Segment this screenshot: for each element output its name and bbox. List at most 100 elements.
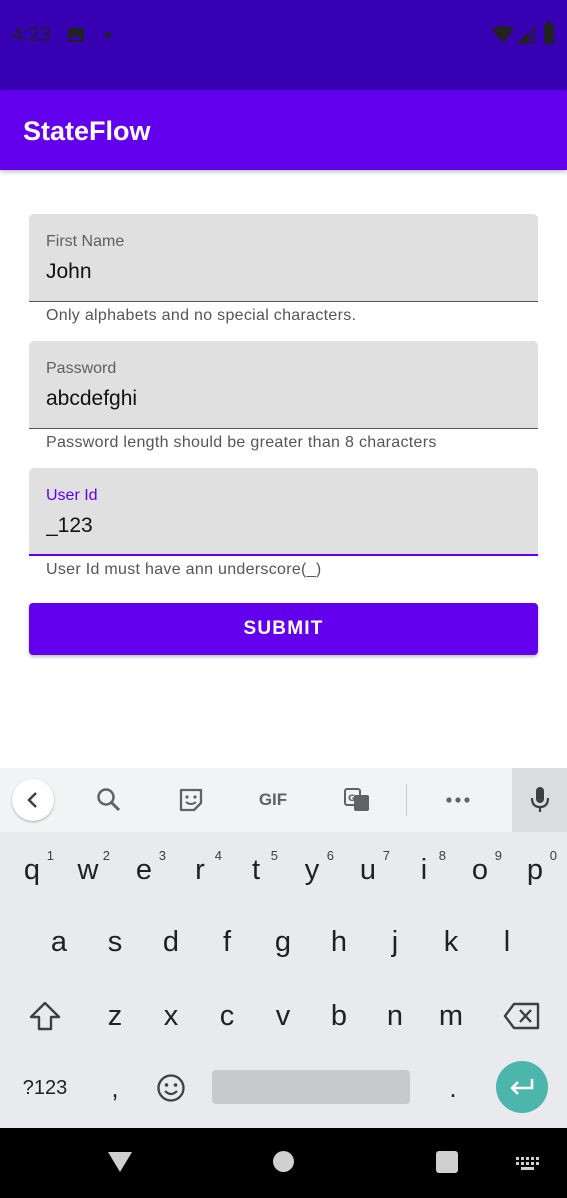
- password-field[interactable]: Password: [29, 341, 538, 429]
- shift-arrow-icon: [29, 1001, 61, 1031]
- key-hint: 6: [326, 848, 334, 863]
- key-label: u: [359, 853, 377, 886]
- emoji-icon: [157, 1074, 185, 1102]
- submit-button[interactable]: SUBMIT: [29, 603, 538, 655]
- key-label: w: [77, 853, 99, 886]
- user-id-helper: User Id must have ann underscore(_): [46, 561, 322, 578]
- key-j[interactable]: j: [367, 912, 423, 972]
- key-x[interactable]: x: [143, 986, 199, 1046]
- keyboard-mic-button[interactable]: [512, 768, 567, 832]
- key-g[interactable]: g: [255, 912, 311, 972]
- key-s[interactable]: s: [87, 912, 143, 972]
- period-key[interactable]: .: [438, 1058, 468, 1118]
- image-icon: [68, 28, 84, 42]
- microphone-icon: [530, 787, 549, 812]
- key-hint: 2: [102, 848, 110, 863]
- keyboard-gif-button[interactable]: GIF: [252, 782, 294, 818]
- key-w[interactable]: w2: [60, 840, 116, 900]
- password-label: Password: [46, 360, 117, 377]
- emoji-key[interactable]: [150, 1058, 192, 1118]
- signal-icon: [516, 25, 536, 44]
- keyboard-translate-button[interactable]: G: [339, 782, 375, 818]
- key-label: i: [420, 853, 428, 886]
- key-p[interactable]: p0: [507, 840, 563, 900]
- key-hint: 1: [46, 848, 54, 863]
- back-triangle-icon[interactable]: [107, 1150, 133, 1174]
- chevron-left-icon: [27, 792, 37, 808]
- enter-arrow-icon: [510, 1079, 534, 1095]
- keyboard-toolbar: GIF G: [0, 768, 567, 832]
- backspace-key[interactable]: [497, 986, 547, 1046]
- user-id-input[interactable]: [46, 514, 516, 538]
- key-u[interactable]: u7: [340, 840, 396, 900]
- home-circle-icon[interactable]: [273, 1151, 294, 1172]
- status-time: 4:23: [12, 24, 51, 46]
- key-label: p: [526, 853, 544, 886]
- comma-key[interactable]: ,: [100, 1058, 130, 1118]
- key-r[interactable]: r4: [172, 840, 228, 900]
- keyboard-more-button[interactable]: [440, 782, 476, 818]
- key-t[interactable]: t5: [228, 840, 284, 900]
- app-bar: StateFlow: [0, 90, 567, 170]
- key-c[interactable]: c: [199, 986, 255, 1046]
- key-h[interactable]: h: [311, 912, 367, 972]
- key-y[interactable]: y6: [284, 840, 340, 900]
- backspace-icon: [503, 1002, 540, 1030]
- key-label: t: [251, 853, 261, 886]
- key-b[interactable]: b: [311, 986, 367, 1046]
- gif-label: GIF: [258, 790, 288, 809]
- key-v[interactable]: v: [255, 986, 311, 1046]
- key-a[interactable]: a: [31, 912, 87, 972]
- key-l[interactable]: l: [479, 912, 535, 972]
- navigation-bar: [0, 1128, 567, 1198]
- enter-key[interactable]: [496, 1061, 548, 1113]
- key-hint: 9: [494, 848, 502, 863]
- more-horizontal-icon: [446, 797, 470, 803]
- password-input[interactable]: [46, 387, 516, 411]
- first-name-input[interactable]: [46, 260, 516, 284]
- search-icon: [97, 788, 121, 812]
- sticker-icon: [179, 788, 203, 812]
- status-bar: 4:23: [0, 0, 567, 90]
- keyboard-search-button[interactable]: [91, 782, 127, 818]
- app-title: StateFlow: [23, 116, 151, 146]
- key-label: o: [471, 853, 489, 886]
- wifi-icon: [492, 25, 514, 43]
- keyboard-switch-icon[interactable]: [516, 1157, 542, 1171]
- key-hint: 7: [382, 848, 390, 863]
- first-name-helper: Only alphabets and no special characters…: [46, 307, 357, 324]
- key-label: e: [135, 853, 153, 886]
- password-helper: Password length should be greater than 8…: [46, 434, 437, 451]
- shift-key[interactable]: [20, 986, 70, 1046]
- keyboard-collapse-button[interactable]: [12, 779, 54, 821]
- symbols-key[interactable]: ?123: [14, 1058, 76, 1118]
- user-id-field[interactable]: User Id: [29, 468, 538, 556]
- battery-icon: [544, 21, 554, 44]
- translate-icon: G: [344, 788, 369, 811]
- key-f[interactable]: f: [199, 912, 255, 972]
- key-hint: 5: [270, 848, 278, 863]
- key-hint: 4: [214, 848, 222, 863]
- key-o[interactable]: o9: [452, 840, 508, 900]
- key-q[interactable]: q1: [4, 840, 60, 900]
- key-m[interactable]: m: [423, 986, 479, 1046]
- key-label: r: [195, 853, 205, 886]
- notification-dot-icon: [105, 32, 111, 38]
- soft-keyboard: GIF G q1 w2 e3 r4 t5 y 6 u 7 i 8 o 9 p 0…: [0, 768, 567, 1128]
- key-e[interactable]: e3: [116, 840, 172, 900]
- key-hint: 3: [158, 848, 166, 863]
- space-bar[interactable]: [212, 1070, 410, 1104]
- key-z[interactable]: z: [87, 986, 143, 1046]
- key-hint: 0: [549, 848, 557, 863]
- key-hint: 8: [438, 848, 446, 863]
- key-n[interactable]: n: [367, 986, 423, 1046]
- first-name-label: First Name: [46, 233, 125, 250]
- key-k[interactable]: k: [423, 912, 479, 972]
- key-d[interactable]: d: [143, 912, 199, 972]
- svg-text:G: G: [348, 794, 355, 804]
- recents-square-icon[interactable]: [436, 1151, 458, 1173]
- keyboard-sticker-button[interactable]: [173, 782, 209, 818]
- key-label: q: [23, 853, 41, 886]
- key-i[interactable]: i8: [396, 840, 452, 900]
- first-name-field[interactable]: First Name: [29, 214, 538, 302]
